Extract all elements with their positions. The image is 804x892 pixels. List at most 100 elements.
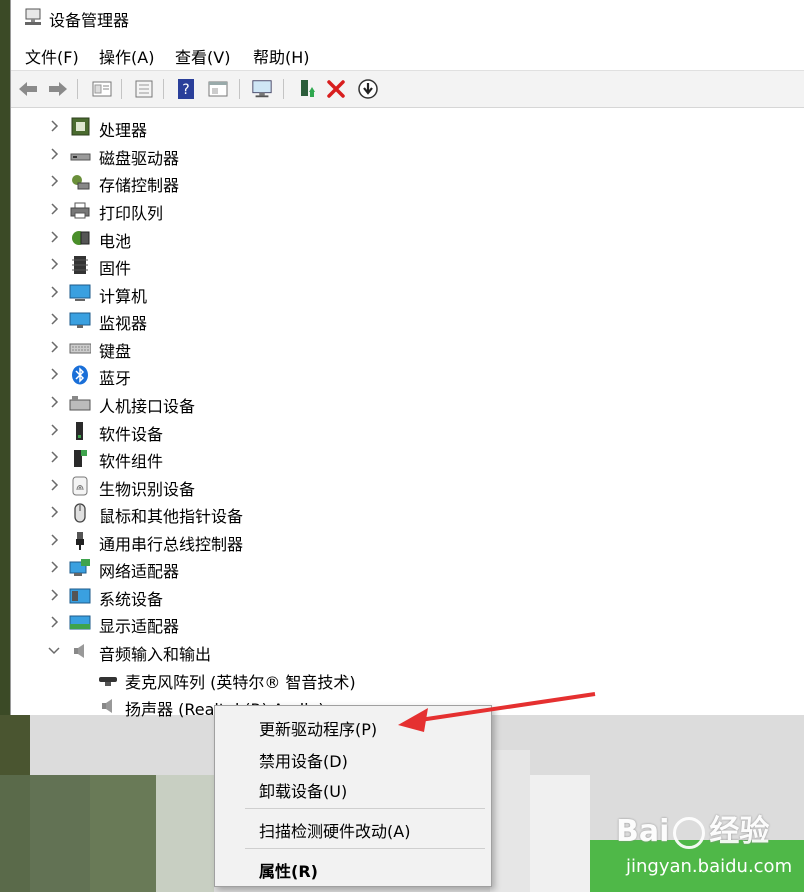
chevron-right-icon[interactable] — [47, 285, 61, 299]
menu-view[interactable]: 查看(V) — [175, 44, 230, 68]
properties-icon[interactable] — [91, 78, 113, 100]
storage-icon — [72, 175, 90, 190]
computer-icon — [69, 284, 91, 301]
hid-icon — [69, 396, 91, 411]
software-device-icon — [76, 422, 83, 440]
tree-item-software-component[interactable]: 软件组件 — [11, 445, 611, 472]
chevron-right-icon[interactable] — [47, 450, 61, 464]
battery-icon — [72, 231, 90, 245]
tree-item-display[interactable]: 显示适配器 — [11, 610, 611, 637]
menu-separator — [245, 848, 485, 849]
tree-item-biometric[interactable]: 生物识别设备 — [11, 473, 611, 500]
chevron-right-icon[interactable] — [47, 367, 61, 381]
tree-item-battery[interactable]: 电池 — [11, 225, 611, 252]
forward-icon[interactable] — [47, 78, 69, 100]
menu-bar: 文件(F) 操作(A) 查看(V) 帮助(H) — [11, 38, 804, 68]
tree-item-label: 计算机 — [99, 287, 148, 306]
tree-item-computer[interactable]: 计算机 — [11, 280, 611, 307]
chevron-right-icon[interactable] — [47, 588, 61, 602]
tree-item-label: 磁盘驱动器 — [99, 149, 180, 168]
chevron-right-icon[interactable] — [47, 615, 61, 629]
network-icon — [69, 559, 90, 576]
printer-icon — [70, 202, 90, 219]
chevron-right-icon[interactable] — [47, 423, 61, 437]
tree-item-label: 打印队列 — [99, 204, 164, 223]
svg-text:?: ? — [182, 82, 189, 98]
tree-item-microphone-array[interactable]: 麦克风阵列 (英特尔® 智音技术) — [11, 666, 611, 693]
tree-item-firmware[interactable]: 固件 — [11, 252, 611, 279]
tree-item-label: 电池 — [99, 232, 132, 251]
view-icon[interactable] — [207, 78, 229, 100]
monitor-icon[interactable] — [251, 78, 273, 100]
disk-icon — [70, 153, 91, 161]
chevron-right-icon[interactable] — [47, 395, 61, 409]
chevron-right-icon[interactable] — [47, 202, 61, 216]
keyboard-icon — [69, 343, 91, 354]
tree-item-keyboard[interactable]: 键盘 — [11, 335, 611, 362]
menu-file[interactable]: 文件(F) — [25, 44, 79, 68]
microphone-icon — [99, 677, 117, 686]
tree-item-label: 人机接口设备 — [99, 397, 196, 416]
system-icon — [69, 588, 91, 604]
display-icon — [69, 615, 91, 630]
tree-item-printer[interactable]: 打印队列 — [11, 197, 611, 224]
menu-help[interactable]: 帮助(H) — [253, 44, 310, 68]
tree-item-mouse[interactable]: 鼠标和其他指针设备 — [11, 500, 611, 527]
properties-menu-item[interactable]: 属性(R) — [259, 858, 318, 882]
fingerprint-icon — [72, 476, 88, 496]
baidu-jingyan-watermark: Bai 经验 jingyan.baidu.com — [590, 806, 804, 892]
tree-item-disk[interactable]: 磁盘驱动器 — [11, 142, 611, 169]
desktop-edge — [0, 0, 10, 715]
menu-action[interactable]: 操作(A) — [99, 44, 154, 68]
tree-item-label: 网络适配器 — [99, 562, 180, 581]
tree-item-label: 软件设备 — [99, 425, 164, 444]
chevron-right-icon[interactable] — [47, 478, 61, 492]
uninstall-device-menu-item[interactable]: 卸载设备(U) — [259, 778, 347, 802]
tree-item-usb[interactable]: 通用串行总线控制器 — [11, 528, 611, 555]
title-bar: 设备管理器 — [11, 0, 804, 36]
update-driver-icon[interactable] — [297, 78, 319, 100]
tree-item-processor[interactable]: 处理器 — [11, 114, 611, 141]
tree-item-label: 鼠标和其他指针设备 — [99, 507, 244, 526]
tree-item-label: 处理器 — [99, 121, 148, 140]
chevron-right-icon[interactable] — [47, 257, 61, 271]
processor-icon — [71, 117, 90, 136]
chevron-right-icon[interactable] — [47, 560, 61, 574]
menu-separator — [245, 808, 485, 809]
device-manager-window: 设备管理器 文件(F) 操作(A) 查看(V) 帮助(H) ? 处理器 磁盘驱动… — [10, 0, 804, 719]
software-component-icon — [74, 450, 87, 467]
tree-item-hid[interactable]: 人机接口设备 — [11, 390, 611, 417]
tree-item-label: 存储控制器 — [99, 176, 180, 195]
uninstall-icon[interactable] — [325, 78, 347, 100]
tree-item-network[interactable]: 网络适配器 — [11, 555, 611, 582]
tree-item-software-device[interactable]: 软件设备 — [11, 418, 611, 445]
chevron-right-icon[interactable] — [47, 174, 61, 188]
chevron-right-icon[interactable] — [47, 312, 61, 326]
tree-item-system[interactable]: 系统设备 — [11, 583, 611, 610]
tree-item-storage[interactable]: 存储控制器 — [11, 169, 611, 196]
chevron-down-icon[interactable] — [47, 643, 61, 657]
list-icon[interactable] — [133, 78, 155, 100]
back-icon[interactable] — [17, 78, 39, 100]
chevron-right-icon[interactable] — [47, 230, 61, 244]
chevron-right-icon[interactable] — [47, 147, 61, 161]
disable-device-menu-item[interactable]: 禁用设备(D) — [259, 748, 348, 772]
tree-item-audio[interactable]: 音频输入和输出 — [11, 638, 611, 665]
tree-item-label: 通用串行总线控制器 — [99, 535, 244, 554]
tree-item-label: 固件 — [99, 259, 132, 278]
chevron-right-icon[interactable] — [47, 340, 61, 354]
download-icon[interactable] — [357, 78, 379, 100]
chevron-right-icon[interactable] — [47, 533, 61, 547]
tree-item-monitor[interactable]: 监视器 — [11, 307, 611, 334]
tree-item-bluetooth[interactable]: 蓝牙 — [11, 362, 611, 389]
tree-item-label: 麦克风阵列 (英特尔® 智音技术) — [125, 673, 356, 692]
chevron-right-icon[interactable] — [47, 505, 61, 519]
speaker-icon — [102, 699, 112, 713]
chevron-right-icon[interactable] — [47, 119, 61, 133]
scan-hardware-menu-item[interactable]: 扫描检测硬件改动(A) — [259, 818, 410, 842]
device-manager-icon — [25, 8, 41, 25]
tree-item-label: 监视器 — [99, 314, 148, 333]
update-driver-menu-item[interactable]: 更新驱动程序(P) — [259, 716, 377, 740]
monitor-icon — [69, 312, 91, 328]
help-icon[interactable]: ? — [175, 78, 197, 100]
